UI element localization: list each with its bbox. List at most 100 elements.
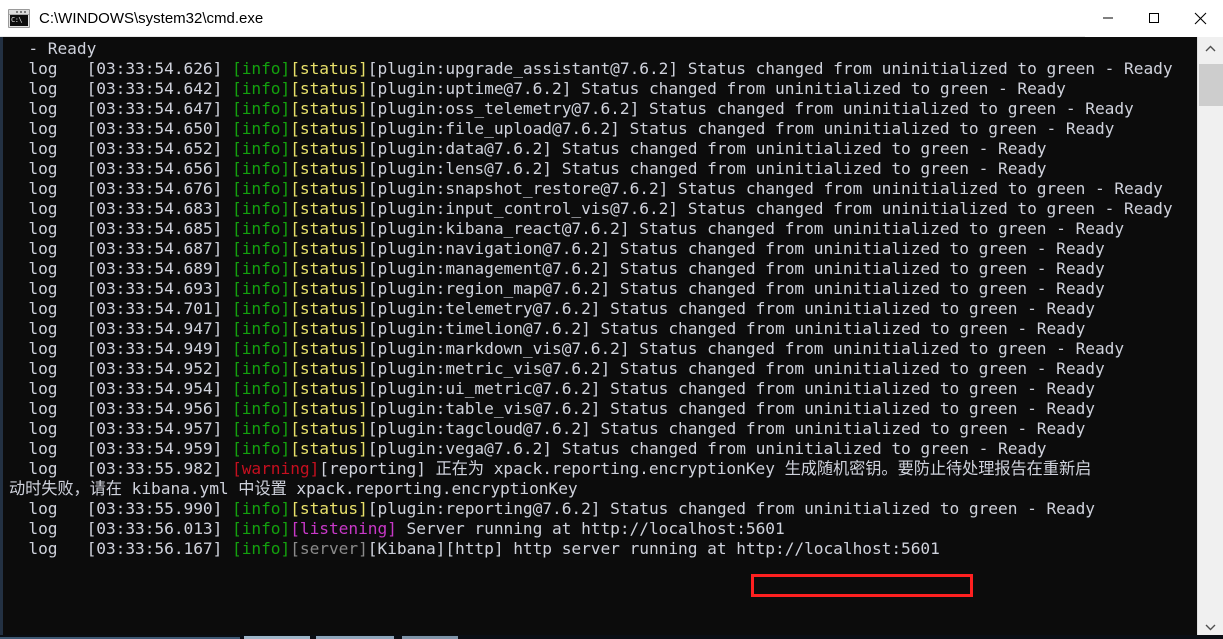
console-segment: 动时失败，请在 kibana.yml 中设置 xpack.reporting.e… <box>9 479 578 498</box>
console-line: log [03:33:54.683] [info][status][plugin… <box>9 199 1197 219</box>
console-line: 动时失败，请在 kibana.yml 中设置 xpack.reporting.e… <box>9 479 1197 499</box>
console-segment: log [03:33:54.650] <box>9 119 233 138</box>
console-log-lines: - Ready log [03:33:54.626] [info][status… <box>9 39 1197 559</box>
console-segment: [info] <box>232 539 291 558</box>
console-segment: [plugin:navigation@7.6.2] Status changed… <box>367 239 1105 258</box>
console-scrollbar[interactable] <box>1197 37 1223 639</box>
console-segment: [status] <box>290 179 368 198</box>
console-segment: log [03:33:54.954] <box>9 379 233 398</box>
console-segment: [status] <box>290 299 368 318</box>
console-segment: [plugin:metric_vis@7.6.2] Status changed… <box>367 359 1105 378</box>
console-line: log [03:33:54.954] [info][status][plugin… <box>9 379 1197 399</box>
console-segment: [status] <box>290 219 368 238</box>
console-segment: [info] <box>232 299 291 318</box>
console-segment: [plugin:region_map@7.6.2] Status changed… <box>367 279 1105 298</box>
console-segment: log [03:33:54.685] <box>9 219 233 238</box>
console-segment: [info] <box>232 79 291 98</box>
console-segment: [status] <box>290 59 368 78</box>
console-line: log [03:33:54.693] [info][status][plugin… <box>9 279 1197 299</box>
console-segment: [plugin:lens@7.6.2] Status changed from … <box>367 159 1047 178</box>
console-segment: [status] <box>290 439 368 458</box>
console-segment: [info] <box>232 359 291 378</box>
titlebar-left: C:\ C:\WINDOWS\system32\cmd.exe <box>0 0 1085 36</box>
console-segment: [info] <box>232 419 291 438</box>
console-segment: [plugin:vega@7.6.2] Status changed from … <box>367 439 1047 458</box>
console-segment: [plugin:data@7.6.2] Status changed from … <box>367 139 1047 158</box>
console-line: log [03:33:54.652] [info][status][plugin… <box>9 139 1197 159</box>
console-segment: [info] <box>232 179 291 198</box>
console-segment: [info] <box>232 399 291 418</box>
console-segment: log [03:33:54.956] <box>9 399 233 418</box>
console-segment: [plugin:oss_telemetry@7.6.2] Status chan… <box>367 99 1134 118</box>
console-segment: [info] <box>232 219 291 238</box>
console-text-surface[interactable]: - Ready log [03:33:54.626] [info][status… <box>3 37 1197 639</box>
console-line: - Ready <box>9 39 1197 59</box>
console-segment: [info] <box>232 339 291 358</box>
console-segment: [warning] <box>232 459 320 478</box>
console-segment: [info] <box>232 199 291 218</box>
console-line: log [03:33:54.947] [info][status][plugin… <box>9 319 1197 339</box>
console-segment: [info] <box>232 99 291 118</box>
console-line: log [03:33:54.656] [info][status][plugin… <box>9 159 1197 179</box>
console-segment: log [03:33:54.683] <box>9 199 233 218</box>
console-segment: [info] <box>232 119 291 138</box>
console-segment: [status] <box>290 499 368 518</box>
console-segment: [info] <box>232 519 291 538</box>
console-segment: log [03:33:56.167] <box>9 539 233 558</box>
console-line: log [03:33:54.650] [info][status][plugin… <box>9 119 1197 139</box>
console-segment: [status] <box>290 319 368 338</box>
scroll-thumb[interactable] <box>1199 64 1223 106</box>
console-line: log [03:33:56.013] [info][listening] Ser… <box>9 519 1197 539</box>
console-segment: [server] <box>290 539 368 558</box>
console-segment: [status] <box>290 139 368 158</box>
console-segment: [info] <box>232 259 291 278</box>
console-segment: [status] <box>290 419 368 438</box>
console-segment: log [03:33:54.949] <box>9 339 233 358</box>
console-segment: [status] <box>290 239 368 258</box>
console-segment: [info] <box>232 159 291 178</box>
console-segment: log [03:33:54.701] <box>9 299 233 318</box>
console-line: log [03:33:54.949] [info][status][plugin… <box>9 339 1197 359</box>
console-segment: log [03:33:54.959] <box>9 439 233 458</box>
minimize-button[interactable] <box>1085 0 1131 37</box>
console-segment: [status] <box>290 99 368 118</box>
console-segment: [status] <box>290 119 368 138</box>
cmd-icon-glyph: C:\ <box>10 14 28 26</box>
console-segment: [plugin:management@7.6.2] Status changed… <box>367 259 1105 278</box>
console-segment: [info] <box>232 279 291 298</box>
console-segment: log [03:33:54.952] <box>9 359 233 378</box>
console-line: log [03:33:54.687] [info][status][plugin… <box>9 239 1197 259</box>
console-segment: Server running at http://localhost:5601 <box>396 519 785 538</box>
console-segment: log [03:33:54.647] <box>9 99 233 118</box>
console-segment: [Kibana][http] http server running at ht… <box>367 539 940 558</box>
console-segment: [plugin:markdown_vis@7.6.2] Status chang… <box>367 339 1125 358</box>
console-line: log [03:33:54.689] [info][status][plugin… <box>9 259 1197 279</box>
console-segment: [info] <box>232 139 291 158</box>
console-line: log [03:33:54.956] [info][status][plugin… <box>9 399 1197 419</box>
console-segment: log [03:33:54.693] <box>9 279 233 298</box>
close-button[interactable] <box>1177 0 1223 37</box>
scroll-up-arrow-icon[interactable] <box>1198 37 1223 61</box>
console-segment: [status] <box>290 359 368 378</box>
cmd-console-icon: C:\ <box>8 8 30 28</box>
console-line: log [03:33:54.701] [info][status][plugin… <box>9 299 1197 319</box>
url-annotation-box <box>751 574 973 597</box>
window-titlebar[interactable]: C:\ C:\WINDOWS\system32\cmd.exe <box>0 0 1223 37</box>
window-controls <box>1085 0 1223 37</box>
console-segment: [plugin:kibana_react@7.6.2] Status chang… <box>367 219 1125 238</box>
console-segment: [status] <box>290 339 368 358</box>
console-line: log [03:33:54.676] [info][status][plugin… <box>9 179 1197 199</box>
console-segment: log [03:33:54.676] <box>9 179 233 198</box>
maximize-button[interactable] <box>1131 0 1177 37</box>
console-segment: log [03:33:56.013] <box>9 519 233 538</box>
console-line: log [03:33:54.626] [info][status][plugin… <box>9 59 1197 79</box>
console-segment: [info] <box>232 319 291 338</box>
console-area[interactable]: - Ready log [03:33:54.626] [info][status… <box>0 37 1223 639</box>
console-segment: log [03:33:54.642] <box>9 79 233 98</box>
console-segment: log [03:33:54.656] <box>9 159 233 178</box>
console-segment: [plugin:file_upload@7.6.2] Status change… <box>367 119 1115 138</box>
console-segment: log [03:33:54.957] <box>9 419 233 438</box>
console-segment: log [03:33:54.626] <box>9 59 233 78</box>
console-line: log [03:33:54.952] [info][status][plugin… <box>9 359 1197 379</box>
console-segment: [plugin:upgrade_assistant@7.6.2] Status … <box>367 59 1173 78</box>
